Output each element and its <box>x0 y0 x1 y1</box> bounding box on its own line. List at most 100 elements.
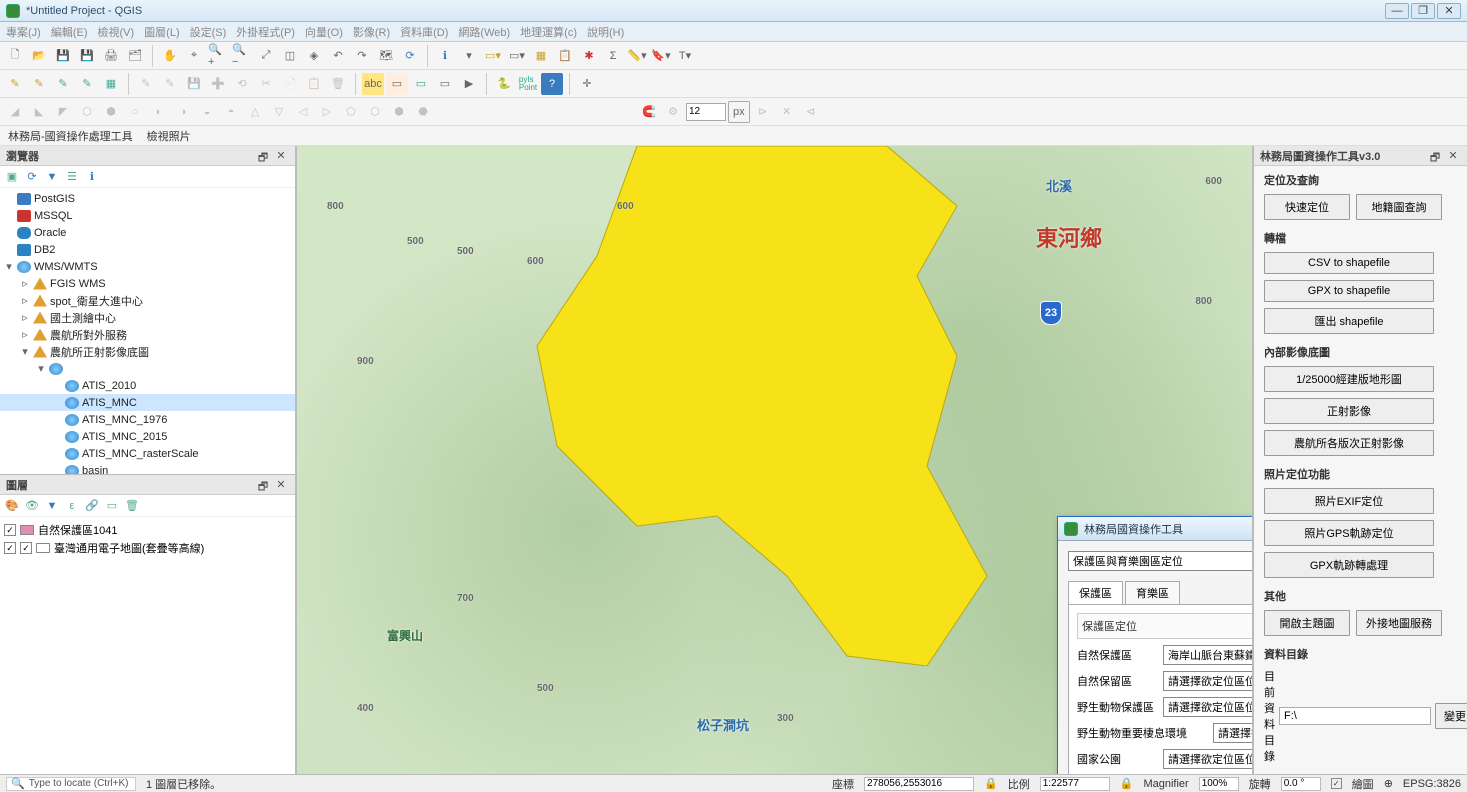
browser-dock-button[interactable]: 🗗 <box>255 149 271 163</box>
browser-item[interactable]: ▹FGIS WMS <box>0 275 295 292</box>
zoom-out-button[interactable]: 🔍− <box>231 45 253 67</box>
right-button[interactable]: 地籍圖查詢 <box>1356 194 1442 220</box>
snap-tolerance-input[interactable] <box>686 103 726 121</box>
dialog-field-combo[interactable]: 請選擇欲定位區位 <box>1213 723 1253 743</box>
browser-item[interactable]: ▹spot_衛星大進中心 <box>0 292 295 309</box>
play-button[interactable]: ▶ <box>458 73 480 95</box>
zoom-next-button[interactable]: ↷ <box>351 45 373 67</box>
dialog-tab[interactable]: 保護區 <box>1068 581 1123 604</box>
layers-group-icon[interactable]: ▭ <box>104 498 120 514</box>
layers-add-icon[interactable]: 👁 <box>24 498 40 514</box>
save-button[interactable]: 💾 <box>52 45 74 67</box>
attr-table-button[interactable]: ▦ <box>530 45 552 67</box>
menu-item[interactable]: 設定(S) <box>190 24 227 40</box>
layers-exp-icon[interactable]: ε <box>64 498 80 514</box>
new-map-view-button[interactable]: 🗺 <box>375 45 397 67</box>
layer-visibility-checkbox[interactable]: ✓ <box>4 542 16 554</box>
menu-item[interactable]: 說明(H) <box>587 24 624 40</box>
right-button[interactable]: 正射影像 <box>1264 398 1434 424</box>
layer-row[interactable]: ✓自然保護區1041 <box>4 521 291 539</box>
menu-item[interactable]: 編輯(E) <box>51 24 88 40</box>
right-button[interactable]: 快速定位 <box>1264 194 1350 220</box>
measure-button[interactable]: Σ <box>602 45 624 67</box>
zoom-layer-button[interactable]: ◈ <box>303 45 325 67</box>
right-button[interactable]: 開啟主題圖 <box>1264 610 1350 636</box>
status-render-checkbox[interactable]: ✓ <box>1331 778 1342 789</box>
print-layout-button[interactable]: 🖨 <box>100 45 122 67</box>
pyis-button[interactable]: pyIs Point <box>517 73 539 95</box>
layers-style-icon[interactable]: 🎨 <box>4 498 20 514</box>
browser-filter-icon[interactable]: ▼ <box>44 169 60 185</box>
status-rot-input[interactable] <box>1281 777 1321 791</box>
browser-item[interactable]: DB2 <box>0 241 295 258</box>
edit-toggle-button[interactable]: ✎ <box>4 73 26 95</box>
right-dock-button[interactable]: 🗗 <box>1427 149 1443 163</box>
menu-item[interactable]: 專案(J) <box>6 24 41 40</box>
menu-item[interactable]: 網路(Web) <box>458 24 510 40</box>
layers-filter-icon[interactable]: ▼ <box>44 498 60 514</box>
browser-item[interactable]: ATIS_MNC_rasterScale <box>0 445 295 462</box>
dialog-field-combo[interactable]: 請選擇欲定位區位 <box>1163 697 1253 717</box>
field-calc-button[interactable]: 📋 <box>554 45 576 67</box>
status-coord-input[interactable] <box>864 777 974 791</box>
dialog-tab[interactable]: 育樂區 <box>1125 581 1180 604</box>
vertex2-button[interactable]: ✎ <box>76 73 98 95</box>
add-feature-button[interactable]: ✎ <box>28 73 50 95</box>
browser-close-button[interactable]: ✕ <box>273 149 289 163</box>
label-button[interactable]: abc <box>362 73 384 95</box>
right-button[interactable]: CSV to shapefile <box>1264 252 1434 274</box>
label4-button[interactable]: ▭ <box>434 73 456 95</box>
map-canvas[interactable]: 東河鄉 北溪 富興山 松子澗坑 23 800 600 500 500 600 9… <box>296 146 1253 774</box>
dialog-field-combo[interactable]: 請選擇欲定位區位 <box>1163 671 1253 691</box>
stats-button[interactable]: ✱ <box>578 45 600 67</box>
zoom-last-button[interactable]: ↶ <box>327 45 349 67</box>
maximize-button[interactable]: ❐ <box>1411 3 1435 19</box>
browser-item[interactable]: ▹農航所對外服務 <box>0 326 295 343</box>
status-scale-input[interactable] <box>1040 777 1110 791</box>
pan-to-selection-button[interactable]: ⌖ <box>183 45 205 67</box>
right-button[interactable]: GPX to shapefile <box>1264 280 1434 302</box>
browser-item[interactable]: basin <box>0 462 295 474</box>
browser-item[interactable]: MSSQL <box>0 207 295 224</box>
save-as-button[interactable]: 💾 <box>76 45 98 67</box>
label3-button[interactable]: ▭ <box>410 73 432 95</box>
select-button[interactable]: ▭▾ <box>482 45 504 67</box>
python-button[interactable]: 🐍 <box>493 73 515 95</box>
menu-item[interactable]: 圖層(L) <box>144 24 179 40</box>
right-close-button[interactable]: ✕ <box>1445 149 1461 163</box>
right-dir-input[interactable] <box>1279 707 1431 725</box>
menu-item[interactable]: 地理運算(c) <box>520 24 577 40</box>
status-crs[interactable]: EPSG:3826 <box>1403 778 1461 790</box>
browser-item[interactable]: PostGIS <box>0 190 295 207</box>
label2-button[interactable]: ▭ <box>386 73 408 95</box>
pan-button[interactable]: ✋ <box>159 45 181 67</box>
dialog-field-combo[interactable]: 請選擇欲定位區位 <box>1163 749 1253 769</box>
layer-extra-checkbox[interactable]: ✓ <box>20 542 32 554</box>
browser-item[interactable]: Oracle <box>0 224 295 241</box>
browser-item[interactable]: ▾農航所正射影像底圖 <box>0 343 295 360</box>
right-button[interactable]: 照片GPS軌跡定位 <box>1264 520 1434 546</box>
layers-remove-icon[interactable]: 🗑 <box>124 498 140 514</box>
layers-dock-button[interactable]: 🗗 <box>255 478 271 492</box>
browser-refresh-icon[interactable]: ⟳ <box>24 169 40 185</box>
action-dropdown[interactable]: ▾ <box>458 45 480 67</box>
zoom-in-button[interactable]: 🔍+ <box>207 45 229 67</box>
plugin-label-2[interactable]: 檢視照片 <box>147 128 191 144</box>
browser-prop-icon[interactable]: ℹ <box>84 169 100 185</box>
browser-item[interactable]: ▾ <box>0 360 295 377</box>
zoom-full-button[interactable]: ⤢ <box>255 45 277 67</box>
right-button[interactable]: GPX軌跡轉處理 <box>1264 552 1434 578</box>
layout-manager-button[interactable]: 🗂 <box>124 45 146 67</box>
minimize-button[interactable]: — <box>1385 3 1409 19</box>
right-button[interactable]: 外接地圖服務 <box>1356 610 1442 636</box>
close-button[interactable]: ✕ <box>1437 3 1461 19</box>
measure-dropdown[interactable]: 📏▾ <box>626 45 648 67</box>
menu-item[interactable]: 檢視(V) <box>98 24 135 40</box>
dialog-mode-combo[interactable]: 保護區與育樂園區定位 <box>1068 551 1253 571</box>
browser-tree[interactable]: PostGISMSSQLOracleDB2▾WMS/WMTS▹FGIS WMS▹… <box>0 188 295 474</box>
locator-input[interactable]: 🔍Type to locate (Ctrl+K) <box>6 777 136 791</box>
identify-button[interactable]: ℹ <box>434 45 456 67</box>
browser-item[interactable]: ▹國土測繪中心 <box>0 309 295 326</box>
dialog-field-combo[interactable]: 海岸山脈台東蘇鐵自然保護區 <box>1163 645 1253 665</box>
right-button[interactable]: 農航所各版次正射影像 <box>1264 430 1434 456</box>
